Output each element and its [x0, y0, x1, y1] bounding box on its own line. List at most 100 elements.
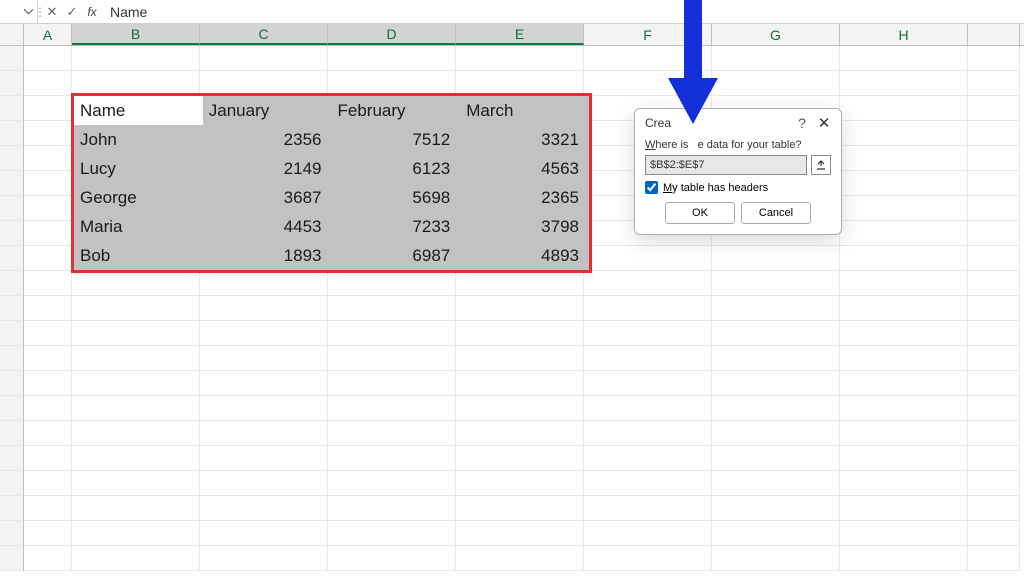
cell[interactable]: [72, 46, 200, 71]
cell[interactable]: [840, 121, 968, 146]
cell[interactable]: [584, 421, 712, 446]
row-header[interactable]: [0, 146, 24, 171]
cell[interactable]: [456, 546, 584, 571]
cell[interactable]: [840, 371, 968, 396]
cell[interactable]: [968, 121, 1020, 146]
cell[interactable]: [72, 346, 200, 371]
select-all-corner[interactable]: [0, 24, 24, 45]
header-january[interactable]: January: [203, 96, 332, 125]
cell[interactable]: [456, 396, 584, 421]
headers-checkbox-row[interactable]: My table has headers: [645, 181, 831, 194]
row-header[interactable]: [0, 196, 24, 221]
header-february[interactable]: February: [332, 96, 461, 125]
cell[interactable]: [328, 321, 456, 346]
cell[interactable]: [968, 296, 1020, 321]
cell[interactable]: [840, 171, 968, 196]
cell[interactable]: [24, 396, 72, 421]
name-box-dropdown[interactable]: [0, 0, 38, 23]
cell[interactable]: [840, 321, 968, 346]
cell[interactable]: [456, 446, 584, 471]
cell[interactable]: [24, 171, 72, 196]
cell[interactable]: [72, 321, 200, 346]
cell-jan[interactable]: 4453: [203, 212, 332, 241]
cell[interactable]: [968, 346, 1020, 371]
cell[interactable]: [24, 71, 72, 96]
row-header[interactable]: [0, 421, 24, 446]
cell[interactable]: [24, 446, 72, 471]
cell-mar[interactable]: 4893: [460, 241, 589, 270]
cell[interactable]: [584, 521, 712, 546]
cell[interactable]: [200, 496, 328, 521]
cell[interactable]: [328, 396, 456, 421]
cell[interactable]: [24, 221, 72, 246]
cell[interactable]: [968, 71, 1020, 96]
cell[interactable]: [24, 496, 72, 521]
cell[interactable]: [840, 396, 968, 421]
cell[interactable]: [840, 346, 968, 371]
cell[interactable]: [328, 296, 456, 321]
cell[interactable]: [584, 346, 712, 371]
cell[interactable]: [968, 221, 1020, 246]
col-header-E[interactable]: E: [456, 24, 584, 45]
cell-jan[interactable]: 1893: [203, 241, 332, 270]
cell-name[interactable]: Maria: [74, 212, 203, 241]
cell[interactable]: [24, 371, 72, 396]
cell[interactable]: [456, 421, 584, 446]
cell[interactable]: [968, 371, 1020, 396]
dialog-help-icon[interactable]: ?: [791, 115, 813, 131]
cell-mar[interactable]: 2365: [460, 183, 589, 212]
cell[interactable]: [584, 396, 712, 421]
cancel-formula-icon[interactable]: ✕: [42, 0, 62, 23]
cell[interactable]: [840, 196, 968, 221]
cell[interactable]: [72, 421, 200, 446]
row-header[interactable]: [0, 346, 24, 371]
cell[interactable]: [840, 421, 968, 446]
cell[interactable]: [968, 546, 1020, 571]
col-header-I[interactable]: [968, 24, 1020, 45]
headers-checkbox[interactable]: [645, 181, 658, 194]
cell-feb[interactable]: 5698: [332, 183, 461, 212]
cell[interactable]: [840, 246, 968, 271]
cell[interactable]: [456, 346, 584, 371]
row-header[interactable]: [0, 496, 24, 521]
enter-formula-icon[interactable]: ✓: [62, 0, 82, 23]
row-header[interactable]: [0, 96, 24, 121]
cell[interactable]: [200, 46, 328, 71]
cell[interactable]: [968, 321, 1020, 346]
cell[interactable]: [72, 521, 200, 546]
cell[interactable]: [584, 371, 712, 396]
cell-feb[interactable]: 6987: [332, 241, 461, 270]
cell[interactable]: [456, 46, 584, 71]
cell-feb[interactable]: 6123: [332, 154, 461, 183]
cell[interactable]: [712, 321, 840, 346]
formula-bar-input[interactable]: [102, 0, 1024, 23]
row-header[interactable]: [0, 396, 24, 421]
cell[interactable]: [712, 371, 840, 396]
cell[interactable]: [712, 296, 840, 321]
cell[interactable]: [968, 396, 1020, 421]
cell[interactable]: [72, 396, 200, 421]
cell[interactable]: [456, 296, 584, 321]
cell[interactable]: [328, 46, 456, 71]
row-header[interactable]: [0, 221, 24, 246]
cell[interactable]: [328, 546, 456, 571]
cell[interactable]: [712, 446, 840, 471]
cell[interactable]: [24, 421, 72, 446]
cell[interactable]: [200, 346, 328, 371]
cell[interactable]: [456, 371, 584, 396]
cell[interactable]: [24, 246, 72, 271]
cell[interactable]: [200, 421, 328, 446]
dialog-close-icon[interactable]: ✕: [813, 114, 835, 132]
row-header[interactable]: [0, 171, 24, 196]
row-header[interactable]: [0, 121, 24, 146]
cell[interactable]: [968, 171, 1020, 196]
cell[interactable]: [712, 71, 840, 96]
cell[interactable]: [72, 446, 200, 471]
cell[interactable]: [840, 71, 968, 96]
row-header[interactable]: [0, 371, 24, 396]
cell[interactable]: [200, 321, 328, 346]
cell[interactable]: [24, 346, 72, 371]
cell[interactable]: [24, 296, 72, 321]
cell-name[interactable]: Lucy: [74, 154, 203, 183]
cell[interactable]: [840, 521, 968, 546]
